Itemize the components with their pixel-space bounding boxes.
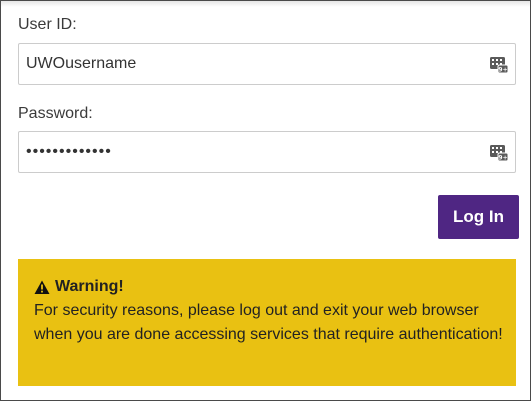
warning-title: Warning! xyxy=(55,278,124,295)
top-shadow xyxy=(1,1,530,7)
svg-text:9+: 9+ xyxy=(498,155,507,162)
warning-box: Warning! For security reasons, please lo… xyxy=(18,259,516,386)
warning-heading: Warning! xyxy=(34,275,504,299)
password-label: Password: xyxy=(18,105,93,122)
password-field[interactable]: 9+ xyxy=(18,131,516,173)
warning-triangle-icon xyxy=(34,280,50,294)
keypad-icon[interactable]: 9+ xyxy=(490,144,509,162)
login-button[interactable]: Log In xyxy=(438,195,519,239)
user-id-label: User ID: xyxy=(18,16,77,33)
user-id-input[interactable] xyxy=(19,44,479,84)
svg-text:9+: 9+ xyxy=(498,67,507,74)
keypad-icon[interactable]: 9+ xyxy=(490,56,509,74)
login-panel: User ID: 9+ Password: xyxy=(0,0,531,401)
user-id-field[interactable]: 9+ xyxy=(18,43,516,85)
password-input[interactable] xyxy=(19,132,479,172)
warning-message: For security reasons, please log out and… xyxy=(34,302,503,343)
